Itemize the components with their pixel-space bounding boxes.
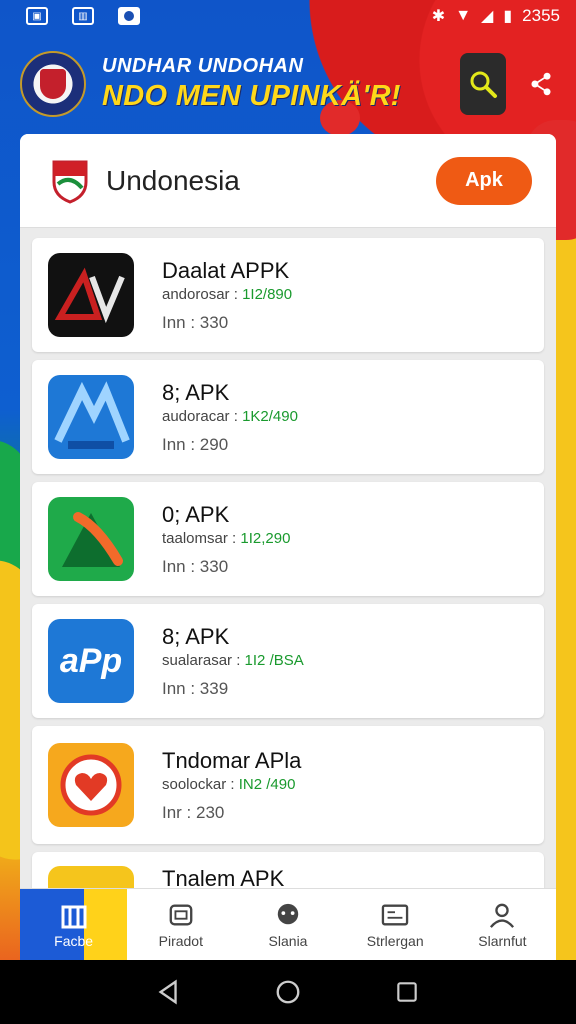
- wifi-icon: ▼: [455, 7, 472, 24]
- nav-label: Slarnfut: [478, 932, 527, 949]
- nav-label: Slania: [268, 932, 308, 949]
- av-icon: [48, 253, 134, 337]
- list-item[interactable]: 8; APK audoracar : 1K2/490 Inn : 290: [32, 360, 544, 474]
- app-name: Daalat APPK: [162, 257, 290, 283]
- app-header: UNDHAR UNDOHAN NDO MEN UPINKÄ'R!: [20, 38, 560, 130]
- home-button[interactable]: [268, 972, 308, 1012]
- signal-icon: ◢: [481, 8, 494, 25]
- app-name: 0; APK: [162, 501, 230, 527]
- back-button[interactable]: [149, 972, 189, 1012]
- list-item[interactable]: 0; APK taalomsar : 1I2,290 Inn : 330: [32, 482, 544, 596]
- app-version: 1I2,290: [240, 529, 291, 547]
- bluetooth-icon: ✱: [431, 8, 446, 25]
- list-item[interactable]: Daalat APPK andorosar : 1I2/890 Inn : 33…: [32, 238, 544, 352]
- app-installs: Inn : 339: [162, 678, 229, 698]
- nav-label: Piradot: [158, 932, 203, 949]
- list-item[interactable]: aPp 8; APK sualarasar : 1I2 /BSA Inn : 3…: [32, 604, 544, 718]
- app-name: 8; APK: [162, 623, 230, 649]
- circle-icon: [276, 980, 300, 1004]
- app-installs: Inr : 230: [162, 802, 225, 822]
- app-meta-label: andorosar :: [162, 285, 238, 303]
- search-button[interactable]: [460, 53, 506, 115]
- card-header: Undonesia Apk: [20, 134, 556, 228]
- nav-item-home[interactable]: Facbe: [20, 889, 128, 960]
- recents-button[interactable]: [387, 972, 427, 1012]
- nav-label: Strlergan: [366, 932, 424, 949]
- app-list: Daalat APPK andorosar : 1I2/890 Inn : 33…: [20, 228, 556, 922]
- app-meta-label: taalomsar :: [162, 529, 237, 547]
- app-version: 1I2/890: [242, 285, 293, 303]
- app-name: 8; APK: [162, 379, 230, 405]
- shield-icon: [50, 158, 90, 204]
- header-subtitle: UNDHAR UNDOHAN: [102, 55, 304, 77]
- nav-label: Facbe: [54, 932, 94, 949]
- list-item[interactable]: Tndomar APla soolockar : IN2 /490 Inr : …: [32, 726, 544, 844]
- emblem-icon: [20, 51, 86, 117]
- app-installs: Inn : 290: [162, 434, 229, 454]
- status-bar: ▣ ▥ ✱ ▼ ◢ ▮ 2355: [0, 0, 576, 32]
- chat-icon: [273, 901, 303, 929]
- status-time: 2355: [522, 6, 560, 25]
- app-version: IN2 /490: [238, 775, 296, 793]
- share-button[interactable]: [526, 69, 556, 99]
- app-meta-label: audoracar :: [162, 407, 238, 425]
- app-icon: aPp: [48, 619, 134, 703]
- battery-icon: ▮: [503, 8, 513, 25]
- a-icon: [48, 375, 134, 459]
- notification-icon: [118, 7, 140, 25]
- search-icon: [470, 71, 497, 98]
- apk-button[interactable]: Apk: [436, 156, 532, 205]
- nav-item-card[interactable]: Strlergan: [342, 889, 449, 960]
- square-icon: [396, 982, 417, 1002]
- app-version: 1I2 /BSA: [244, 651, 304, 669]
- app-name: Tndomar APla: [162, 747, 302, 773]
- app-installs: Inn : 330: [162, 556, 229, 576]
- app-meta-label: sualarasar :: [162, 651, 241, 669]
- store-icon: [166, 901, 196, 929]
- header-title: NDO MEN UPINKÄ'R!: [102, 80, 401, 112]
- nav-item-chat[interactable]: Slania: [234, 889, 341, 960]
- main-card: Undonesia Apk Daalat APPK andorosar : 1I…: [20, 134, 556, 960]
- image-icon: ▣: [26, 7, 48, 25]
- back-icon: [158, 979, 178, 1005]
- app-meta-label: soolockar :: [162, 775, 235, 793]
- app-installs: Inn : 330: [162, 312, 229, 332]
- nav-item-profile[interactable]: Slarnfut: [449, 889, 556, 960]
- grid-icon: ▥: [72, 7, 94, 25]
- person-icon: [487, 901, 517, 929]
- app-version: 1K2/490: [242, 407, 298, 425]
- system-nav: [0, 960, 576, 1024]
- home-icon: [59, 901, 89, 929]
- bottom-nav: Facbe Piradot Slania Strlergan Slarnfut: [20, 888, 556, 960]
- heart-icon: [48, 743, 134, 827]
- nav-item-store[interactable]: Piradot: [127, 889, 234, 960]
- card-icon: [380, 901, 410, 929]
- card-title: Undonesia: [106, 164, 240, 196]
- triangle-icon: [48, 497, 134, 581]
- share-icon: [531, 72, 551, 96]
